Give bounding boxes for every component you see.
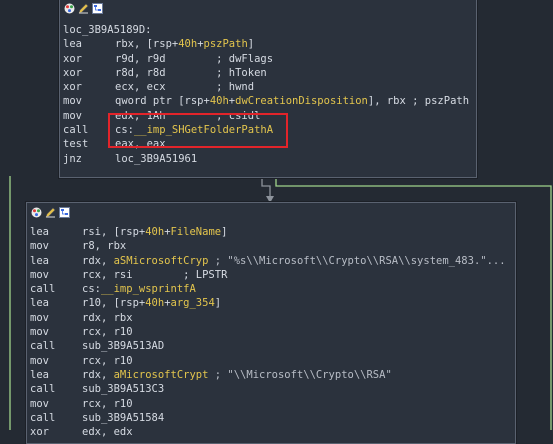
operand: rdx, [82, 368, 114, 381]
symbol-name[interactable]: arg_354 [171, 297, 215, 309]
symbol-name[interactable]: 40h [145, 297, 164, 309]
instruction-line[interactable]: call sub_3B9A513AD [30, 339, 515, 353]
symbol-name[interactable]: 40h [210, 95, 229, 107]
operand: r8d, r8d [115, 66, 166, 79]
comment: ; hwnd [165, 81, 255, 94]
mnemonic: lea [30, 254, 49, 267]
operand: sub_3B9A513AD [82, 340, 165, 353]
instruction-line[interactable]: jnz loc_3B9A51961 [63, 152, 476, 166]
instruction-line[interactable]: call sub_3B9A513C3 [30, 382, 515, 396]
rename-icon[interactable] [45, 207, 56, 218]
node-toolbar [60, 1, 476, 15]
code-label: loc_3B9A5189D: [63, 24, 152, 36]
comment: ; "\\Microsoft\\Crypto\\RSA" [208, 368, 392, 381]
mnemonic: xor [63, 66, 82, 79]
operand: rdx, rbx [82, 311, 133, 324]
instruction-line[interactable]: xor r9d, r9d ; dwFlags [63, 52, 476, 66]
mnemonic: call [30, 383, 56, 396]
instruction-line[interactable]: mov rcx, r10 [30, 354, 515, 368]
operand: rcx, r10 [82, 397, 133, 410]
symbol-name[interactable]: 40h [145, 226, 164, 238]
graph-icon[interactable] [92, 2, 103, 14]
mnemonic: lea [63, 38, 82, 51]
operand: qword ptr [rsp+ [115, 95, 210, 108]
rename-icon[interactable] [78, 3, 89, 14]
operand: r9d, r9d [115, 52, 166, 65]
operand: rcx, r10 [82, 326, 133, 339]
mnemonic: lea [30, 297, 49, 310]
instruction-line[interactable]: call cs:__imp_wsprintfA [30, 282, 515, 296]
instruction-line[interactable]: xor r8d, r8d ; hToken [63, 66, 476, 80]
symbol-name[interactable]: dwCreationDisposition [235, 95, 368, 107]
instruction-line[interactable]: lea rdx, aMicrosoftCrypt ; "\\Microsoft\\… [30, 368, 515, 382]
instruction-line[interactable]: mov rdx, rbx [30, 311, 515, 325]
symbol-name[interactable]: 40h [178, 38, 197, 50]
mnemonic: jnz [63, 152, 82, 165]
comment: ; LPSTR [132, 268, 228, 281]
operand: loc_3B9A51961 [115, 152, 198, 165]
instruction-line[interactable]: mov qword ptr [rsp+40h+dwCreationDisposit… [63, 94, 476, 108]
operand: ] [247, 38, 255, 51]
symbol-name[interactable]: pszPath [204, 38, 248, 50]
symbol-name[interactable]: aSMicrosoftCryp [114, 255, 209, 267]
code-block-1[interactable]: loc_3B9A5189D: lea rbx, [rsp+40h+pszPath]… [59, 0, 477, 178]
operand: rbx, [rsp+ [115, 38, 179, 51]
operand: rcx, r10 [82, 354, 133, 367]
operand: rdx, [82, 254, 114, 267]
mnemonic: xor [63, 81, 82, 94]
instruction-line[interactable]: lea rdx, aSMicrosoftCryp ; "%s\\Microsoft… [30, 254, 515, 268]
instruction-line[interactable]: lea rbx, [rsp+40h+pszPath] [63, 37, 476, 51]
mnemonic: call [30, 411, 56, 424]
operand: rsi, [rsp+ [82, 226, 146, 238]
highlight-box [108, 113, 288, 148]
mnemonic: mov [30, 354, 49, 367]
instruction-line[interactable]: xor ecx, ecx ; hwnd [63, 80, 476, 94]
symbol-name[interactable]: aMicrosoftCrypt [114, 369, 209, 381]
instruction-line[interactable]: mov rcx, r10 [30, 325, 515, 339]
operand: edx, edx [82, 426, 133, 439]
instruction-line[interactable]: mov rcx, rsi ; LPSTR [30, 268, 515, 282]
operand: cs: [82, 283, 101, 296]
operand: r10, [rsp+ [82, 297, 146, 310]
operand: ], rbx ; pszPath [367, 95, 470, 108]
instruction-line[interactable]: mov rcx, r10 [30, 397, 515, 411]
operand: sub_3B9A51584 [82, 411, 165, 424]
comment: ; dwFlags [165, 52, 274, 65]
instruction-line[interactable]: mov r8, rbx [30, 239, 515, 253]
mnemonic: mov [30, 311, 49, 324]
operand: ecx, ecx [115, 81, 166, 94]
palette-icon[interactable] [64, 3, 75, 14]
operand: sub_3B9A513C3 [82, 383, 165, 396]
mnemonic: lea [30, 226, 49, 238]
mnemonic: mov [30, 326, 49, 339]
instruction-line[interactable]: lea r10, [rsp+40h+arg_354] [30, 296, 515, 310]
graph-icon[interactable] [59, 206, 70, 218]
instruction-line[interactable]: lea rsi, [rsp+40h+FileName] [30, 225, 515, 239]
code-lines: lea rsi, [rsp+40h+FileName] mov r8, rbx lea r… [27, 219, 515, 439]
operand: r8, rbx [82, 240, 127, 253]
operand: ] [221, 226, 228, 238]
instruction-line[interactable]: xor edx, edx [30, 425, 515, 439]
comment: ; "%s\\Microsoft\\Crypto\\RSA\\system_48… [208, 254, 506, 267]
operand: rcx, rsi [82, 268, 133, 281]
symbol-name[interactable]: __imp_wsprintfA [101, 283, 196, 295]
mnemonic: lea [30, 368, 49, 381]
comment: ; hToken [165, 66, 267, 79]
mnemonic: mov [30, 397, 49, 410]
instruction-line[interactable]: call sub_3B9A51584 [30, 411, 515, 425]
mnemonic: mov [30, 240, 49, 253]
node-toolbar [27, 205, 515, 219]
mnemonic: mov [63, 95, 82, 108]
mnemonic: xor [63, 52, 82, 65]
mnemonic: mov [30, 268, 49, 281]
symbol-name[interactable]: FileName [171, 226, 222, 238]
mnemonic: call [30, 283, 56, 296]
operand: ] [214, 297, 222, 310]
palette-icon[interactable] [31, 207, 42, 218]
mnemonic: xor [30, 426, 49, 439]
mnemonic: call [30, 340, 56, 353]
code-block-2[interactable]: lea rsi, [rsp+40h+FileName] mov r8, rbx lea r… [26, 202, 516, 444]
